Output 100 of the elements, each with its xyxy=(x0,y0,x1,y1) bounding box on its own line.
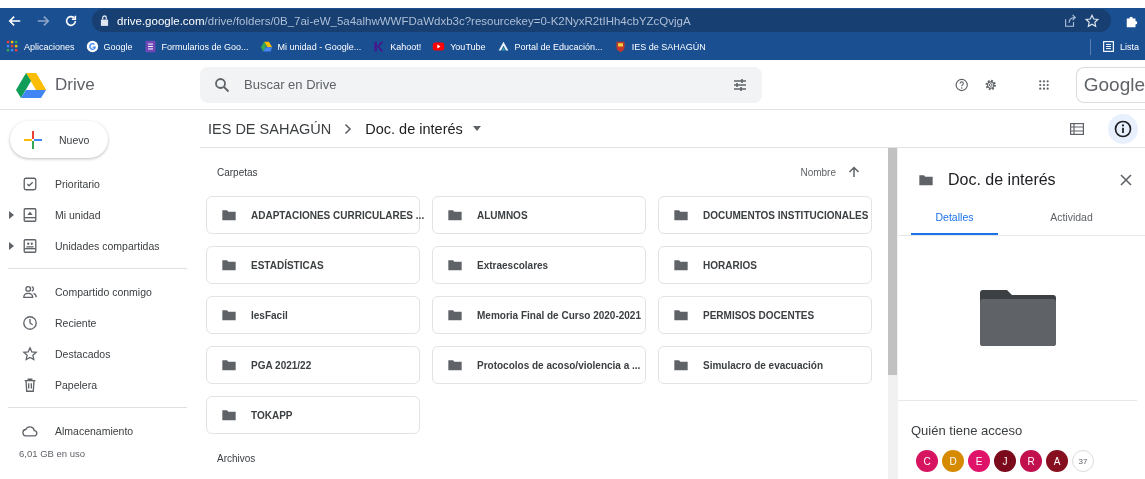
folder-icon xyxy=(221,408,237,422)
url-text: drive.google.com/drive/folders/0B_7ai-eW_5a4alhwWWFDaWdxb3c?resourcekey=0-K2NyxR2tIHh4cbYZcQvjgA xyxy=(117,14,691,27)
info-button[interactable] xyxy=(1108,113,1138,144)
access-heading: Quién tiene acceso xyxy=(910,422,1024,438)
nav-item[interactable]: Reciente xyxy=(0,307,190,338)
dropdown-arrow-icon xyxy=(472,126,481,131)
expand-caret-icon[interactable] xyxy=(8,210,14,219)
new-button[interactable]: Nuevo xyxy=(10,121,108,158)
folder-card[interactable]: Extraescolares xyxy=(432,246,646,284)
scrollbar-thumb[interactable] xyxy=(888,148,897,375)
folder-card[interactable]: TOKAPP xyxy=(206,396,420,434)
search-icon[interactable] xyxy=(214,76,230,93)
shield-icon xyxy=(613,40,627,53)
panel-title: Doc. de interés xyxy=(948,170,1056,189)
scrollbar[interactable] xyxy=(888,148,897,479)
nav-item[interactable]: Mi unidad xyxy=(0,199,190,230)
search-field[interactable]: Buscar en Drive xyxy=(200,66,762,103)
breadcrumb-item[interactable]: IES DE SAHAGÚN xyxy=(208,120,332,137)
folder-icon xyxy=(673,258,689,272)
lock-icon xyxy=(100,15,109,26)
avatar[interactable]: J xyxy=(994,450,1016,472)
bookmark[interactable]: IES de SAHAGÚN xyxy=(613,40,706,53)
bookmark[interactable]: Portal de Educación... xyxy=(496,40,603,53)
apps-grid-icon xyxy=(6,40,19,53)
list-view-icon[interactable] xyxy=(1070,122,1084,135)
bookmark[interactable]: Mi unidad - Google... xyxy=(259,40,362,53)
form-list-icon xyxy=(143,40,157,53)
peak-icon xyxy=(496,40,510,53)
bookmark[interactable]: Google xyxy=(85,40,133,53)
nav-item[interactable]: Almacenamiento xyxy=(0,415,190,446)
folder-icon xyxy=(221,358,237,372)
folder-card[interactable]: DOCUMENTOS INSTITUCIONALES xyxy=(658,196,872,234)
avatar[interactable]: C xyxy=(916,450,938,472)
avatar[interactable]: A xyxy=(1046,450,1068,472)
tab[interactable]: Actividad xyxy=(1028,211,1115,235)
tab[interactable]: Detalles xyxy=(911,211,998,235)
people-drive-icon xyxy=(22,237,38,254)
google-icon xyxy=(85,40,99,53)
back-icon[interactable] xyxy=(8,13,22,28)
play-icon xyxy=(432,40,446,53)
star-icon xyxy=(22,345,38,362)
folder-icon xyxy=(221,208,237,222)
sort-button[interactable]: Nombre xyxy=(800,166,860,178)
nav-item[interactable]: Destacados xyxy=(0,338,190,369)
folder-card[interactable]: Simulacro de evacuación xyxy=(658,346,872,384)
folder-card[interactable]: Protocolos de acoso/violencia a ... xyxy=(432,346,646,384)
avatar[interactable]: E xyxy=(968,450,990,472)
folder-card[interactable]: PERMISOS DOCENTES xyxy=(658,296,872,334)
folder-icon xyxy=(447,358,463,372)
folder-icon xyxy=(979,290,1056,346)
share-icon[interactable] xyxy=(1063,13,1077,28)
address-bar[interactable]: drive.google.com/drive/folders/0B_7ai-eW_5a4alhwWWFDaWdxb3c?resourcekey=0-K2NyxR2tIHh4cbYZcQvjgA xyxy=(92,9,1111,32)
folder-icon xyxy=(673,208,689,222)
bookmark[interactable]: YouTube xyxy=(432,40,486,53)
folder-icon xyxy=(447,258,463,272)
bookmark[interactable]: Kahoot! xyxy=(372,40,422,53)
breadcrumb-item[interactable]: Doc. de interés xyxy=(365,120,481,137)
triangle-icon xyxy=(259,40,273,53)
drive-logo-icon[interactable] xyxy=(16,71,46,98)
folder-card[interactable]: HORARIOS xyxy=(658,246,872,284)
folder-icon xyxy=(673,308,689,322)
folder-icon xyxy=(447,208,463,222)
storage-usage-text: 6,01 GB en uso xyxy=(19,448,87,459)
folder-icon xyxy=(447,308,463,322)
star-icon[interactable] xyxy=(1085,13,1099,28)
folder-card[interactable]: Memoria Final de Curso 2020-2021 xyxy=(432,296,646,334)
folder-card[interactable]: PGA 2021/22 xyxy=(206,346,420,384)
bookmark[interactable]: Formularios de Goo... xyxy=(143,40,249,53)
list-icon xyxy=(1102,40,1115,53)
section-title: Archivos xyxy=(216,452,257,464)
info-icon xyxy=(1114,119,1132,138)
folder-card[interactable]: ALUMNOS xyxy=(432,196,646,234)
folder-icon xyxy=(918,172,934,187)
drive-icon xyxy=(22,206,38,223)
more-people-count[interactable]: 37 xyxy=(1072,450,1094,472)
forward-icon[interactable] xyxy=(36,13,50,28)
app-name[interactable]: Drive xyxy=(55,74,95,95)
nav-item[interactable]: Unidades compartidas xyxy=(0,230,190,261)
expand-caret-icon[interactable] xyxy=(8,241,14,250)
checkbox-icon xyxy=(22,175,38,192)
section-title: Carpetas xyxy=(217,166,259,178)
nav-item[interactable]: Papelera xyxy=(0,369,190,400)
nav-item[interactable]: Prioritario xyxy=(0,168,190,199)
letter-k-icon xyxy=(372,40,386,53)
close-icon[interactable] xyxy=(1120,173,1132,186)
account-button[interactable]: Google xyxy=(1075,66,1145,103)
folder-icon xyxy=(221,258,237,272)
clock-icon xyxy=(22,314,38,331)
nav-item[interactable]: Compartido conmigo xyxy=(0,276,190,307)
filter-sliders-icon[interactable] xyxy=(732,76,748,93)
folder-card[interactable]: IesFacil xyxy=(206,296,420,334)
folder-icon xyxy=(673,358,689,372)
reload-icon[interactable] xyxy=(64,13,78,28)
trash-icon xyxy=(22,376,38,393)
avatar[interactable]: R xyxy=(1020,450,1042,472)
folder-card[interactable]: ESTADÍSTICAS xyxy=(206,246,420,284)
bookmark[interactable]: Aplicaciones xyxy=(6,40,75,53)
plus-icon xyxy=(23,129,43,150)
folder-icon xyxy=(221,308,237,322)
reading-list-button[interactable]: Lista xyxy=(1102,40,1139,53)
